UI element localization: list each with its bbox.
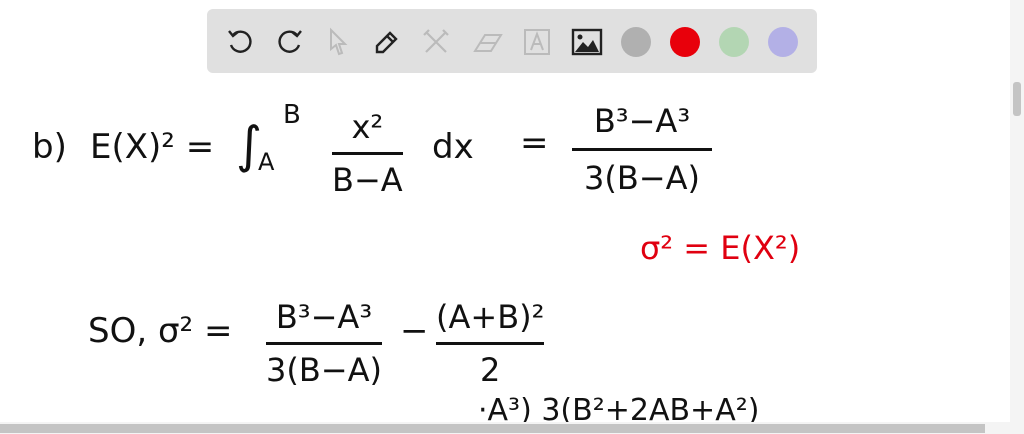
redo-icon — [278, 30, 302, 53]
denominator: 3(B−A) — [266, 351, 382, 389]
select-icon — [330, 27, 348, 56]
color-swatch — [719, 27, 749, 57]
integral-upper: B — [283, 100, 301, 130]
denominator: 3(B−A) — [584, 159, 700, 197]
color-red[interactable] — [668, 25, 702, 59]
color-swatch — [670, 27, 700, 57]
horizontal-scrollbar[interactable] — [0, 422, 1024, 434]
image-icon — [571, 28, 603, 56]
second-fraction: (A+B)² 2 — [436, 298, 545, 389]
color-swatch — [621, 27, 651, 57]
undo-icon — [228, 30, 252, 53]
lhs-expectation: E(X)² = — [90, 127, 215, 167]
tools-icon — [423, 29, 449, 53]
select-button[interactable] — [321, 25, 355, 59]
color-gray[interactable] — [619, 25, 653, 59]
pen-button[interactable] — [370, 25, 404, 59]
red-annotation: σ² = E(X²) — [640, 229, 801, 267]
horizontal-scroll-thumb[interactable] — [0, 424, 985, 433]
dx: dx — [432, 127, 474, 167]
text-button[interactable] — [520, 25, 554, 59]
eraser-icon — [473, 34, 503, 52]
partial-line: ·A³) 3(B²+2AB+A²) — [478, 393, 760, 423]
equals: = — [520, 123, 549, 163]
numerator: B³−A³ — [275, 298, 373, 336]
drawing-toolbar — [207, 9, 817, 73]
result-fraction: B³−A³ 3(B−A) — [572, 102, 712, 197]
integrand-fraction: x² B−A — [332, 108, 403, 199]
undo-button[interactable] — [223, 25, 257, 59]
image-button[interactable] — [570, 25, 604, 59]
vertical-scroll-thumb[interactable] — [1013, 82, 1021, 116]
color-purple[interactable] — [766, 25, 800, 59]
numerator: (A+B)² — [436, 298, 545, 336]
redo-button[interactable] — [273, 25, 307, 59]
color-green[interactable] — [717, 25, 751, 59]
denominator: B−A — [332, 161, 403, 199]
minus: − — [400, 311, 429, 351]
integral-lower: A — [258, 148, 275, 176]
part-label: b) — [32, 127, 67, 167]
so-sigma-squared: SO, σ² = — [88, 311, 233, 351]
eraser-button[interactable] — [470, 25, 504, 59]
text-icon — [524, 29, 550, 55]
color-swatch — [768, 27, 798, 57]
numerator: B³−A³ — [593, 102, 691, 140]
pen-icon — [375, 31, 398, 54]
first-fraction: B³−A³ 3(B−A) — [266, 298, 382, 389]
vertical-scrollbar[interactable] — [1010, 0, 1024, 422]
numerator: x² — [351, 108, 384, 146]
tools-button[interactable] — [419, 25, 453, 59]
denominator: 2 — [480, 351, 501, 389]
